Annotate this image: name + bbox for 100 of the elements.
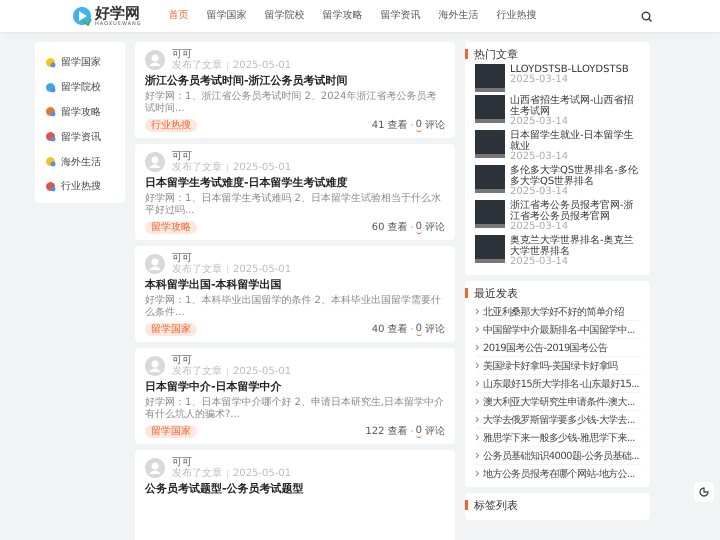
article-excerpt: 好学网：1、日本留学中介哪个好 2、申请日本研究生,日本留学中介有什么坑人的骗术?... xyxy=(145,397,445,421)
panel-title: 标签列表 xyxy=(474,498,518,512)
category-icon xyxy=(45,82,56,93)
nav-link[interactable]: 留学国家 xyxy=(198,0,256,32)
article-date: 2025-03-14 xyxy=(510,152,570,162)
post-date: 2025-05-01 xyxy=(233,468,292,479)
chevron-icon xyxy=(475,380,480,387)
theme-toggle-button[interactable] xyxy=(694,482,714,502)
comment-label: 评论 xyxy=(425,322,445,336)
panel-title: 热门文章 xyxy=(474,46,518,62)
nav-link[interactable]: 海外生活 xyxy=(430,0,488,32)
article-title[interactable]: 浙江公务员考试时间-浙江公务员考试时间 xyxy=(145,74,445,88)
category-icon xyxy=(45,156,56,168)
author-name[interactable]: 可可 xyxy=(172,151,292,162)
logo-icon xyxy=(72,6,92,26)
comment-label: 评论 xyxy=(425,424,445,438)
photo-placeholder xyxy=(475,130,505,158)
photo-placeholder xyxy=(475,235,505,263)
recent-article-link[interactable]: 山东最好15所大学排名-山东最好15... xyxy=(483,376,639,390)
article-date: 2025-03-14 xyxy=(510,187,570,197)
article-title[interactable]: 日本留学生考试难度-日本留学生考试难度 xyxy=(145,176,445,190)
hot-article-title[interactable]: 奥克兰大学世界排名-奥克兰大学世界排名 xyxy=(510,235,642,257)
article-excerpt: 好学网：1、日本留学生考试难吗 2、日本留学生试验相当于什么水平好过吗... xyxy=(145,193,442,217)
logo-text[interactable]: 好学网 xyxy=(95,5,142,21)
recent-article-link[interactable]: 公务员基础知识4000题-公务员基础... xyxy=(483,448,639,462)
chevron-icon xyxy=(475,452,480,459)
chevron-icon xyxy=(475,416,480,423)
hot-article-title[interactable]: 日本留学生就业-日本留学生就业 xyxy=(510,130,642,152)
recent-article-link[interactable]: 美国绿卡好拿吗-美国绿卡好拿吗 xyxy=(483,358,618,372)
avatar-icon xyxy=(145,50,165,70)
photo-placeholder xyxy=(475,64,505,92)
photo-placeholder xyxy=(475,165,505,193)
avatar-icon xyxy=(145,356,165,376)
hot-article-title[interactable]: 多伦多大学QS世界排名-多伦多大学QS世界排名 xyxy=(510,165,642,187)
nav-link[interactable]: 行业热搜 xyxy=(488,0,546,32)
comment-count: 0 xyxy=(416,424,422,438)
author-name[interactable]: 可可 xyxy=(172,355,292,366)
nav-link[interactable]: 留学院校 xyxy=(256,0,314,32)
post-date: 2025-05-01 xyxy=(233,366,292,377)
chevron-icon xyxy=(475,434,480,441)
category-icon xyxy=(45,106,56,118)
hot-article-title[interactable]: 浙江省考公务员报考官网-浙江省考公务员报考官网 xyxy=(510,200,642,222)
view-count: 60 查看 xyxy=(372,220,408,234)
article-date: 2025-03-14 xyxy=(510,257,570,267)
comment-label: 评论 xyxy=(425,118,445,132)
author-name[interactable]: 可可 xyxy=(172,253,292,264)
post-date: 2025-05-01 xyxy=(233,60,292,71)
recent-article-link[interactable]: 中国留学中介最新排名-中国留学中... xyxy=(483,322,635,336)
sidebar-item[interactable]: 行业热搜 xyxy=(61,179,101,194)
photo-placeholder xyxy=(475,200,505,228)
comment-count: 0 xyxy=(416,220,422,234)
article-date: 2025-03-14 xyxy=(510,75,570,85)
sidebar-item[interactable]: 海外生活 xyxy=(61,154,101,169)
comment-label: 评论 xyxy=(425,220,445,234)
chevron-icon xyxy=(475,398,480,405)
author-name[interactable]: 可可 xyxy=(172,49,292,60)
chevron-icon xyxy=(475,326,480,333)
comment-count: 0 xyxy=(416,118,422,132)
post-date: 2025-05-01 xyxy=(233,264,292,275)
recent-article-link[interactable]: 大学去俄罗斯留学要多少钱-大学去... xyxy=(483,412,635,426)
article-title[interactable]: 本科留学出国-本科留学出国 xyxy=(145,278,445,292)
author-name[interactable]: 可可 xyxy=(172,457,292,468)
recent-article-link[interactable]: 雅思学下来一般多少钱-雅思学下来... xyxy=(483,430,635,444)
chevron-icon xyxy=(475,470,480,477)
post-action: 发布了文章 xyxy=(172,264,222,275)
panel-title: 最近发表 xyxy=(474,286,518,300)
sidebar-item[interactable]: 留学院校 xyxy=(61,80,101,94)
article-date: 2025-03-14 xyxy=(510,117,570,127)
post-action: 发布了文章 xyxy=(172,366,222,377)
post-date: 2025-05-01 xyxy=(233,162,292,173)
article-excerpt: 好学网：1、浙江省公务员考试时间 2、2024年浙江省考公务员考试时间... xyxy=(145,91,438,115)
chevron-icon xyxy=(475,362,480,369)
sidebar-item[interactable]: 留学资讯 xyxy=(61,130,101,144)
article-title[interactable]: 日本留学中介-日本留学中介 xyxy=(145,380,445,394)
nav-link[interactable]: 留学资讯 xyxy=(372,0,430,32)
recent-article-link[interactable]: 澳大利亚大学研究生申请条件-澳大... xyxy=(483,394,635,408)
recent-article-link[interactable]: 北亚利桑那大学好不好的简单介绍 xyxy=(483,304,624,318)
chevron-icon xyxy=(475,344,480,351)
category-icon xyxy=(45,131,56,142)
post-action: 发布了文章 xyxy=(172,162,222,173)
category-icon xyxy=(45,180,56,192)
view-count: 41 查看 xyxy=(372,118,408,132)
recent-article-link[interactable]: 地方公务员报考在哪个网站-地方公... xyxy=(483,466,635,480)
recent-article-link[interactable]: 2019国考公告-2019国考公告 xyxy=(483,340,608,354)
avatar-icon xyxy=(145,254,165,274)
chevron-icon xyxy=(475,308,480,315)
category-icon xyxy=(45,56,56,68)
pie-icon xyxy=(699,487,709,497)
sidebar-item[interactable]: 留学国家 xyxy=(61,55,101,70)
hot-article-title[interactable]: 山西省招生考试网-山西省招生考试网 xyxy=(510,95,642,117)
nav-link[interactable]: 留学攻略 xyxy=(314,0,372,32)
view-count: 122 查看 xyxy=(365,424,408,438)
hot-article-title[interactable]: LLOYDSTSB-LLOYDSTSB xyxy=(510,64,629,75)
view-count: 40 查看 xyxy=(372,322,408,336)
article-title[interactable]: 公务员考试题型-公务员考试题型 xyxy=(145,482,445,496)
search-icon xyxy=(641,10,652,22)
avatar-icon xyxy=(145,152,165,172)
comment-count: 0 xyxy=(416,322,422,336)
post-action: 发布了文章 xyxy=(172,468,222,479)
sidebar-item[interactable]: 留学攻略 xyxy=(61,104,101,119)
